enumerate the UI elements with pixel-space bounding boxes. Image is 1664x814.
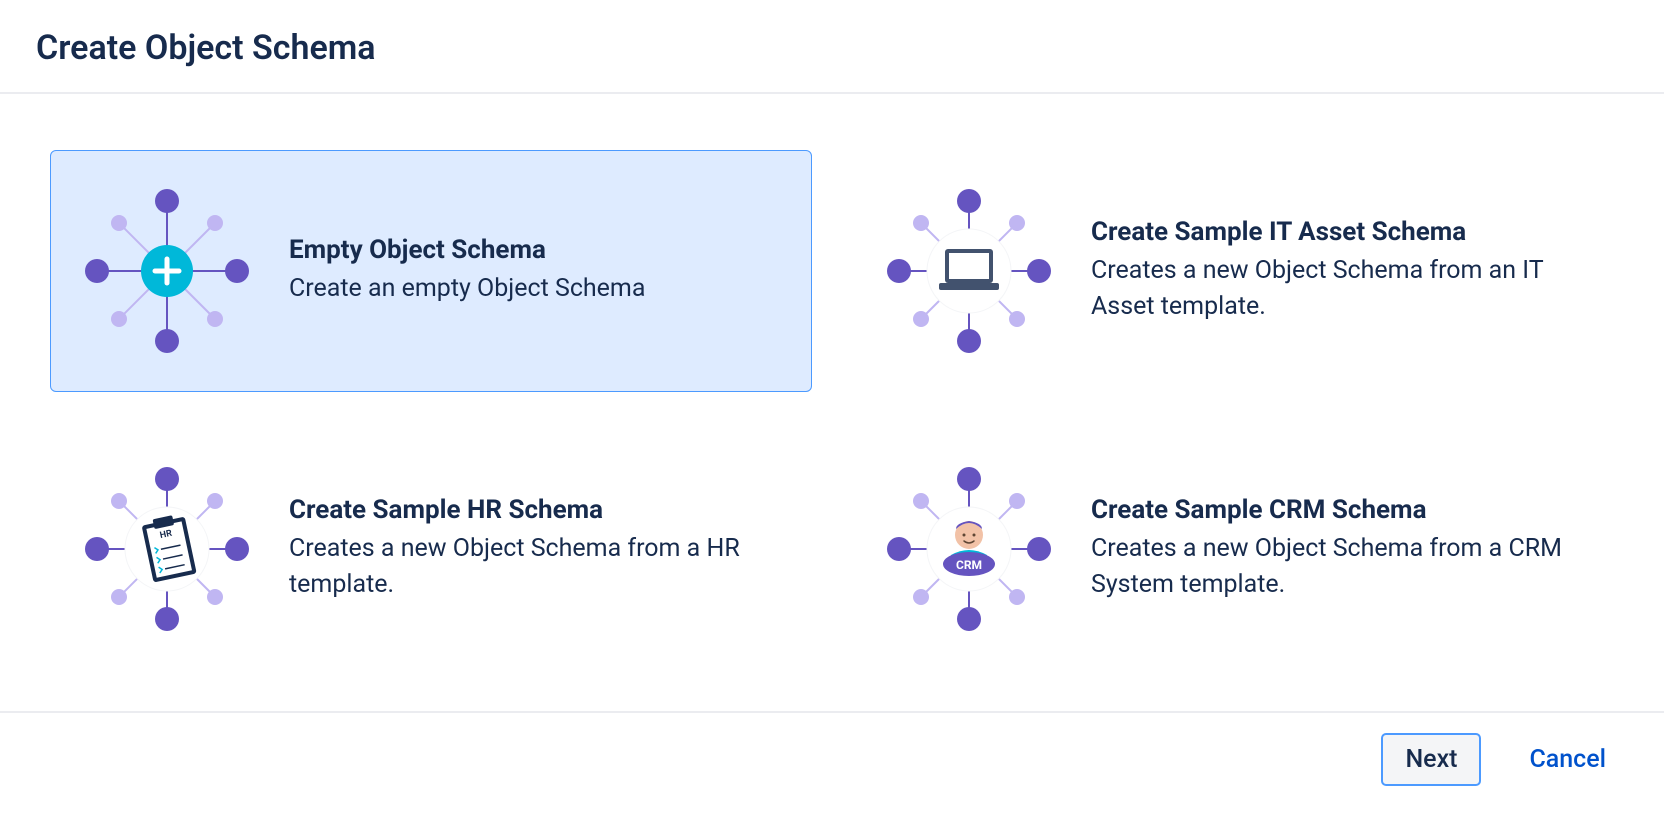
option-it-asset-schema[interactable]: Create Sample IT Asset Schema Creates a … [852, 150, 1614, 392]
option-desc: Creates a new Object Schema from an IT A… [1091, 253, 1587, 326]
option-title: Empty Object Schema [289, 235, 785, 265]
option-crm-schema[interactable]: CRM Create Sample CRM Schema Creates a n… [852, 428, 1614, 670]
hr-schema-icon: HR [77, 459, 257, 639]
next-button[interactable]: Next [1381, 733, 1481, 786]
dialog-footer: Next Cancel [0, 711, 1664, 814]
option-text: Create Sample HR Schema Creates a new Ob… [289, 495, 785, 604]
empty-schema-icon [77, 181, 257, 361]
option-desc: Creates a new Object Schema from a HR te… [289, 531, 785, 604]
crm-schema-icon: CRM [879, 459, 1059, 639]
option-text: Create Sample CRM Schema Creates a new O… [1091, 495, 1587, 604]
svg-text:CRM: CRM [956, 558, 982, 572]
dialog-title: Create Object Schema [36, 28, 1628, 68]
create-object-schema-dialog: Create Object Schema [0, 0, 1664, 814]
option-title: Create Sample IT Asset Schema [1091, 217, 1587, 247]
option-desc: Create an empty Object Schema [289, 271, 785, 307]
option-hr-schema[interactable]: HR Create Sample HR Schema [50, 428, 812, 670]
cancel-button[interactable]: Cancel [1507, 735, 1628, 784]
option-desc: Creates a new Object Schema from a CRM S… [1091, 531, 1587, 604]
dialog-header: Create Object Schema [0, 0, 1664, 94]
option-text: Create Sample IT Asset Schema Creates a … [1091, 217, 1587, 326]
option-text: Empty Object Schema Create an empty Obje… [289, 235, 785, 307]
dialog-body: Empty Object Schema Create an empty Obje… [0, 94, 1664, 711]
it-asset-schema-icon [879, 181, 1059, 361]
options-grid: Empty Object Schema Create an empty Obje… [50, 150, 1614, 670]
option-title: Create Sample CRM Schema [1091, 495, 1587, 525]
option-title: Create Sample HR Schema [289, 495, 785, 525]
option-empty-schema[interactable]: Empty Object Schema Create an empty Obje… [50, 150, 812, 392]
